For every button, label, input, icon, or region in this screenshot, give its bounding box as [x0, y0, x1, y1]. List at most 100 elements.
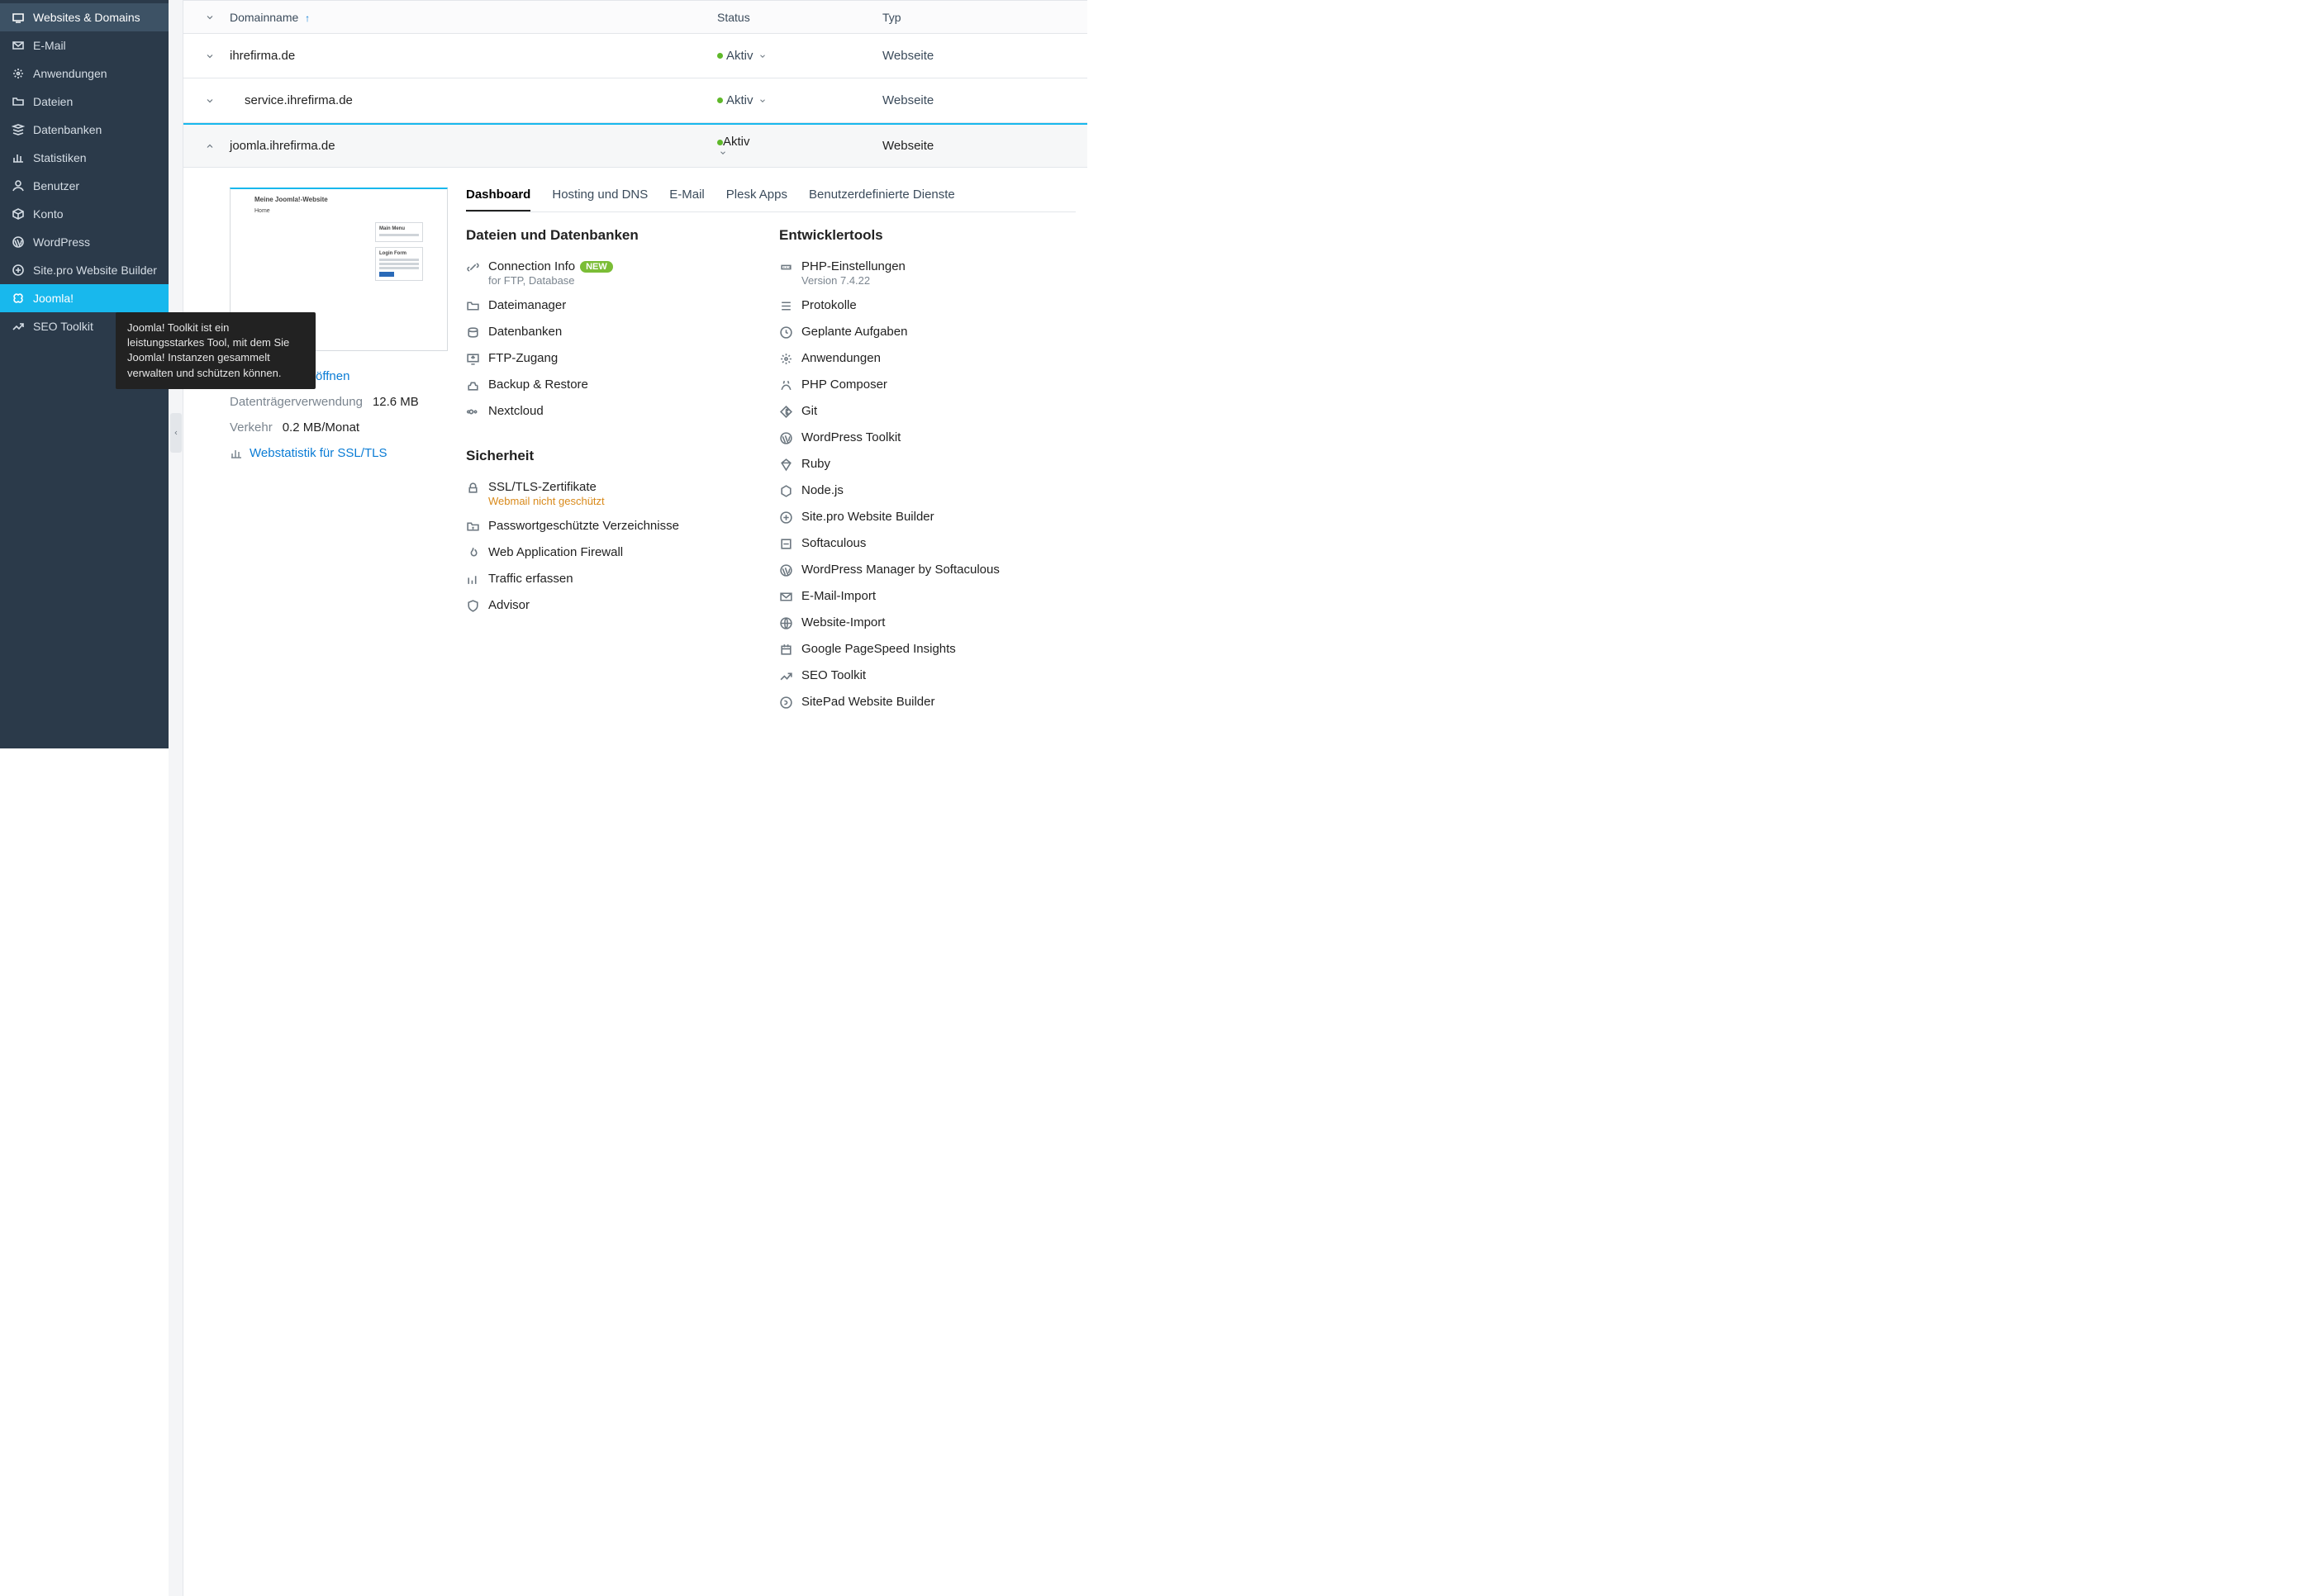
column-header-type[interactable]: Typ: [882, 11, 1087, 24]
preview-subtitle: Home: [254, 208, 423, 214]
tool-advisor[interactable]: Advisor: [466, 592, 763, 619]
sidebar-item-applications[interactable]: Anwendungen: [0, 59, 169, 88]
folder-icon: [466, 299, 480, 313]
tool-label: Connection InfoNEW: [488, 259, 613, 273]
tool-pwdir[interactable]: Passwortgeschützte Verzeichnisse: [466, 513, 763, 539]
sitepro-icon: [779, 511, 793, 525]
chevron-down-icon: [758, 52, 767, 60]
domain-name: ihrefirma.de: [230, 49, 717, 63]
sidebar-item-label: Benutzer: [33, 179, 79, 192]
domain-row-expanded[interactable]: joomla.ihrefirma.deAktivWebseite: [183, 123, 1087, 168]
domain-row[interactable]: service.ihrefirma.deAktivWebseite: [183, 78, 1087, 123]
sitepro-icon: [12, 264, 25, 277]
sidebar-item-files[interactable]: Dateien: [0, 88, 169, 116]
status-label: Aktiv: [726, 93, 754, 107]
tool-git[interactable]: Git: [779, 398, 1076, 425]
tool-sitepro[interactable]: Site.pro Website Builder: [779, 504, 1076, 530]
sidebar-item-label: SEO Toolkit: [33, 320, 93, 333]
tool-wp-softac[interactable]: WordPress Manager by Softaculous: [779, 557, 1076, 583]
sidebar-item-joomla[interactable]: Joomla!: [0, 284, 169, 312]
tab-dashboard[interactable]: Dashboard: [466, 188, 530, 211]
sidebar-item-sitepro[interactable]: Site.pro Website Builder: [0, 256, 169, 284]
tool-composer[interactable]: PHP Composer: [779, 372, 1076, 398]
tool-label: Datenbanken: [488, 325, 562, 339]
tool-nextcloud[interactable]: Nextcloud: [466, 398, 763, 425]
disk-usage-row: Datenträgerverwendung 12.6 MB: [230, 395, 448, 409]
tool-sitepad[interactable]: SitePad Website Builder: [779, 689, 1076, 715]
tool-label: SEO Toolkit: [801, 668, 866, 682]
tool-php[interactable]: PHP-EinstellungenVersion 7.4.22: [779, 254, 1076, 292]
tooltip-text: Joomla! Toolkit ist ein leistungsstarkes…: [127, 321, 289, 379]
tool-connection-info[interactable]: Connection InfoNEWfor FTP, Database: [466, 254, 763, 292]
sidebar-item-users[interactable]: Benutzer: [0, 172, 169, 200]
tool-email-import[interactable]: E-Mail-Import: [779, 583, 1076, 610]
tool-node[interactable]: Node.js: [779, 477, 1076, 504]
tool-ruby[interactable]: Ruby: [779, 451, 1076, 477]
tool-site-import[interactable]: Website-Import: [779, 610, 1076, 636]
sidebar-item-label: E-Mail: [33, 39, 66, 52]
domain-status[interactable]: Aktiv: [717, 135, 882, 157]
domain-row[interactable]: ihrefirma.deAktivWebseite: [183, 34, 1087, 78]
sidebar: Websites & Domains E-Mail AnwendungenDatei…: [0, 0, 169, 748]
domain-status[interactable]: Aktiv: [717, 49, 882, 63]
db-icon: [466, 325, 480, 340]
sidebar-item-wordpress[interactable]: WordPress: [0, 228, 169, 256]
tool-logs[interactable]: Protokolle: [779, 292, 1076, 319]
tool-apps[interactable]: Anwendungen: [779, 345, 1076, 372]
box-icon: [12, 207, 25, 221]
sidebar-item-label: Websites & Domains: [33, 11, 140, 24]
sidebar-item-websites-domains[interactable]: Websites & Domains: [0, 3, 169, 31]
panel-files-db-title: Dateien und Datenbanken: [466, 227, 763, 244]
sidebar-item-databases[interactable]: Datenbanken: [0, 116, 169, 144]
webstat-ssl-link[interactable]: Webstatistik für SSL/TLS: [230, 446, 448, 460]
tool-label: Dateimanager: [488, 298, 566, 312]
tab-email[interactable]: E-Mail: [669, 188, 705, 211]
tab-hosting[interactable]: Hosting und DNS: [552, 188, 648, 211]
domain-status[interactable]: Aktiv: [717, 93, 882, 107]
row-expand-toggle[interactable]: [190, 96, 230, 106]
sidebar-item-email[interactable]: E-Mail: [0, 31, 169, 59]
panel-security-title: Sicherheit: [466, 448, 763, 464]
calendar-icon: [779, 643, 793, 657]
tool-sublabel: for FTP, Database: [488, 274, 613, 287]
tool-seo[interactable]: SEO Toolkit: [779, 663, 1076, 689]
tool-softaculous[interactable]: Softaculous: [779, 530, 1076, 557]
sidebar-item-statistics[interactable]: Statistiken: [0, 144, 169, 172]
tool-ftp[interactable]: FTP-Zugang: [466, 345, 763, 372]
tool-cron[interactable]: Geplante Aufgaben: [779, 319, 1076, 345]
tool-traffic[interactable]: Traffic erfassen: [466, 566, 763, 592]
domain-table-header: Domainname ↑ Status Typ: [183, 0, 1087, 34]
joomla-icon: [12, 292, 25, 305]
row-expand-toggle[interactable]: [190, 141, 230, 151]
preview-title: Meine Joomla!-Website: [254, 196, 423, 203]
tool-backup[interactable]: Backup & Restore: [466, 372, 763, 398]
sidebar-collapse-handle[interactable]: [170, 413, 182, 453]
tool-file-manager[interactable]: Dateimanager: [466, 292, 763, 319]
shield-icon: [466, 599, 480, 613]
tab-apps[interactable]: Plesk Apps: [726, 188, 787, 211]
row-expand-toggle[interactable]: [190, 51, 230, 61]
seo-icon: [12, 320, 25, 333]
column-header-status[interactable]: Status: [717, 11, 882, 24]
tab-custom[interactable]: Benutzerdefinierte Dienste: [809, 188, 955, 211]
sort-asc-icon: ↑: [305, 12, 310, 24]
php-icon: [779, 260, 793, 274]
tool-databases[interactable]: Datenbanken: [466, 319, 763, 345]
status-label: Aktiv: [723, 135, 750, 149]
tool-pagespeed[interactable]: Google PageSpeed Insights: [779, 636, 1076, 663]
tool-wp-toolkit[interactable]: WordPress Toolkit: [779, 425, 1076, 451]
tool-waf[interactable]: Web Application Firewall: [466, 539, 763, 566]
sidebar-item-label: Joomla!: [33, 292, 74, 305]
chevron-down-icon: [719, 149, 727, 157]
sidebar-item-account[interactable]: Konto: [0, 200, 169, 228]
panel-dev-title: Entwicklertools: [779, 227, 1076, 244]
column-header-domainname[interactable]: Domainname ↑: [230, 11, 717, 24]
tool-ssl[interactable]: SSL/TLS-ZertifikateWebmail nicht geschüt…: [466, 474, 763, 513]
tool-label: Google PageSpeed Insights: [801, 642, 956, 656]
tool-label: Passwortgeschützte Verzeichnisse: [488, 519, 679, 533]
clock-icon: [779, 325, 793, 340]
tool-label: SitePad Website Builder: [801, 695, 934, 709]
sidebar-item-label: Site.pro Website Builder: [33, 264, 157, 277]
expand-all-toggle[interactable]: [190, 12, 230, 22]
chevron-down-icon: [205, 12, 215, 22]
